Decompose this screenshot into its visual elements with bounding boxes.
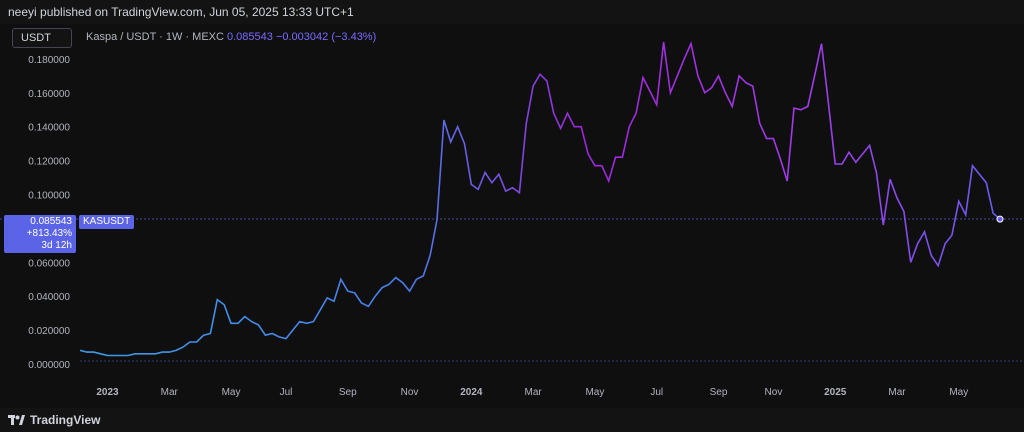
last-price-change: +813.43% bbox=[26, 228, 72, 239]
last-price-value: 0.085543 bbox=[30, 216, 72, 227]
price-chart[interactable]: 0.0000000.0200000.0400000.0600000.080000… bbox=[0, 24, 1024, 408]
last-price-dot bbox=[996, 215, 1004, 223]
publish-header: neeyi published on TradingView.com, Jun … bbox=[0, 0, 1024, 24]
x-tick-label: Jul bbox=[650, 387, 663, 398]
x-tick-label: Nov bbox=[401, 387, 419, 398]
x-tick-label: May bbox=[222, 387, 241, 398]
x-tick-label: May bbox=[949, 387, 968, 398]
tradingview-icon bbox=[8, 415, 25, 425]
y-tick-label: 0.160000 bbox=[28, 89, 70, 100]
x-tick-label: Mar bbox=[161, 387, 179, 398]
x-tick-label: Mar bbox=[888, 387, 906, 398]
published-text: neeyi published on TradingView.com, Jun … bbox=[8, 5, 354, 19]
x-tick-label: Sep bbox=[339, 387, 357, 398]
x-axis: 2023 Mar May Jul Sep Nov 2024 Mar May Jul Sep Nov 20… bbox=[96, 387, 968, 398]
x-tick-label: Jul bbox=[280, 387, 293, 398]
y-tick-label: 0.060000 bbox=[28, 258, 70, 269]
y-tick-label: 0.140000 bbox=[28, 123, 70, 134]
symbol-tag: KASUSDT bbox=[79, 215, 135, 229]
footer: TradingView bbox=[0, 408, 1024, 432]
x-tick-label: Nov bbox=[765, 387, 783, 398]
y-tick-label: 0.120000 bbox=[28, 157, 70, 168]
y-tick-label: 0.020000 bbox=[28, 326, 70, 337]
price-line-series bbox=[79, 41, 1001, 357]
y-tick-label: 0.000000 bbox=[28, 360, 70, 371]
x-tick-label: Sep bbox=[710, 387, 728, 398]
y-tick-label: 0.100000 bbox=[28, 191, 70, 202]
bar-countdown: 3d 12h bbox=[41, 240, 72, 251]
last-price-tag: 0.085543 +813.43% 3d 12h bbox=[4, 215, 76, 253]
tradingview-brand: TradingView bbox=[30, 413, 101, 427]
x-tick-label: 2023 bbox=[96, 387, 119, 398]
y-tick-label: 0.180000 bbox=[28, 55, 70, 66]
x-tick-label: Mar bbox=[525, 387, 543, 398]
x-tick-label: May bbox=[585, 387, 604, 398]
x-tick-label: 2024 bbox=[460, 387, 483, 398]
tradingview-logo[interactable]: TradingView bbox=[8, 413, 100, 427]
y-tick-label: 0.040000 bbox=[28, 292, 70, 303]
y-axis: 0.0000000.0200000.0400000.0600000.080000… bbox=[28, 55, 70, 371]
x-tick-label: 2025 bbox=[824, 387, 847, 398]
